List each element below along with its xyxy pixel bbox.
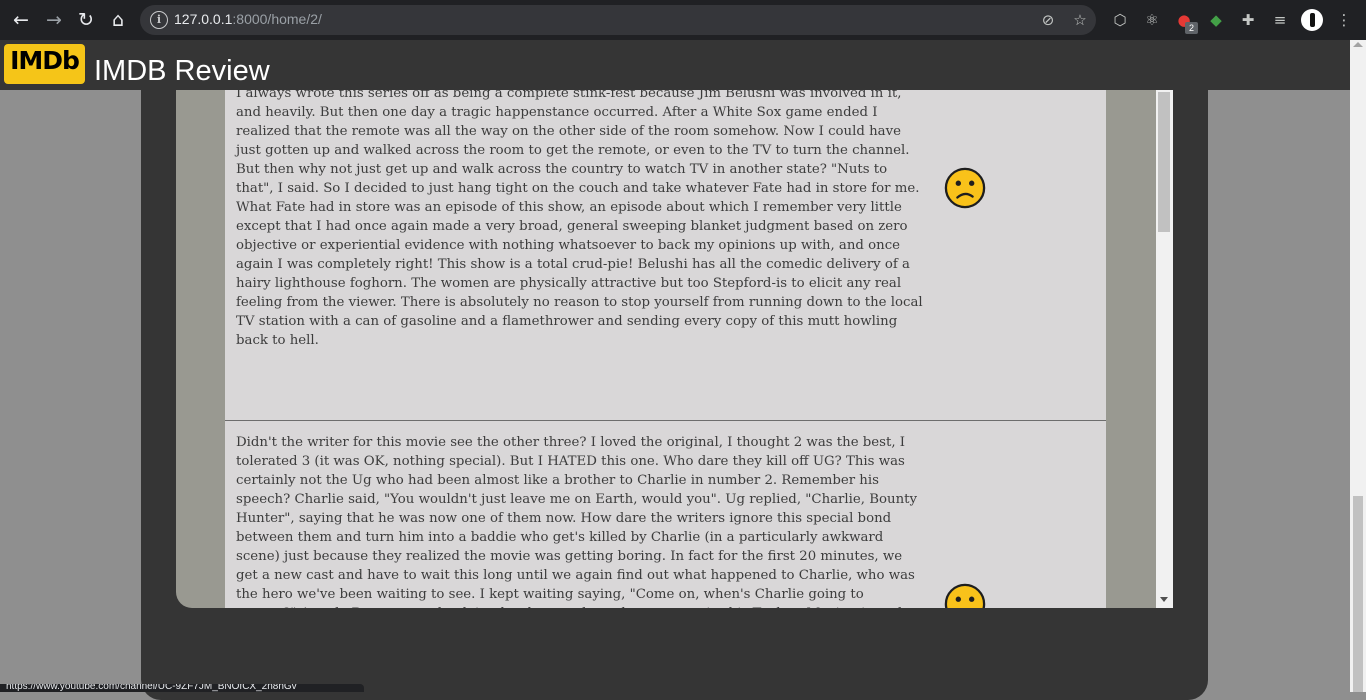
review-list-scroll-thumb[interactable] [1158, 92, 1170, 232]
site-info-icon[interactable]: i [150, 11, 168, 29]
extension-badge: 2 [1185, 22, 1198, 34]
page-title: IMDB Review [94, 55, 270, 87]
review-row: I always wrote this series off as being … [225, 90, 1106, 421]
review-text: Didn't the writer for this movie see the… [236, 435, 917, 608]
imdb-logo[interactable]: IMDb [4, 44, 85, 84]
review-text: I always wrote this series off as being … [236, 90, 923, 348]
page-scroll-thumb[interactable] [1353, 496, 1363, 692]
forward-arrow-icon[interactable]: → [42, 8, 66, 32]
link-status-bar: https://www.youtube.com/channel/UC-9ZF7J… [0, 684, 364, 692]
url-host: 127.0.0.1 [174, 11, 233, 27]
more-menu-icon[interactable]: ⋮ [1334, 10, 1354, 30]
reviews-container: I always wrote this series off as being … [176, 90, 1173, 608]
review-row: Didn't the writer for this movie see the… [225, 421, 1106, 608]
media-queue-icon[interactable]: ≡ [1270, 10, 1290, 30]
bookmark-star-icon[interactable]: ☆ [1070, 10, 1090, 30]
color-extension-icon[interactable]: ◆ [1206, 10, 1226, 30]
url-path: :8000/home/2/ [232, 11, 322, 27]
status-link-text: https://www.youtube.com/channel/UC-9ZF7J… [6, 684, 297, 692]
sad-face-icon [944, 167, 986, 209]
scroll-down-arrow-icon[interactable] [1160, 597, 1168, 602]
home-icon[interactable]: ⌂ [106, 8, 130, 32]
profile-avatar[interactable] [1301, 9, 1323, 31]
scroll-up-arrow-icon[interactable] [1353, 42, 1363, 47]
address-bar[interactable]: i 127.0.0.1:8000/home/2/ ⊘ ☆ [140, 5, 1096, 35]
url-text[interactable]: 127.0.0.1:8000/home/2/ [174, 11, 322, 27]
site-header: IMDb IMDB Review [0, 40, 1350, 90]
page-scrollbar[interactable] [1350, 40, 1366, 692]
react-extension-icon[interactable]: ⚛ [1142, 10, 1162, 30]
review-list[interactable]: I always wrote this series off as being … [225, 90, 1156, 608]
back-arrow-icon[interactable]: ← [9, 8, 33, 32]
cube-extension-icon[interactable]: ⬡ [1110, 10, 1130, 30]
reload-icon[interactable]: ↻ [74, 8, 98, 32]
logo-text: IMDb [10, 46, 80, 75]
browser-toolbar: ← → ↻ ⌂ i 127.0.0.1:8000/home/2/ ⊘ ☆ ⬡ ⚛… [0, 0, 1366, 40]
eye-off-icon[interactable]: ⊘ [1038, 10, 1058, 30]
review-list-scrollbar[interactable] [1156, 90, 1173, 608]
puzzle-extensions-icon[interactable]: ✚ [1238, 10, 1258, 30]
sad-face-icon [944, 583, 986, 608]
